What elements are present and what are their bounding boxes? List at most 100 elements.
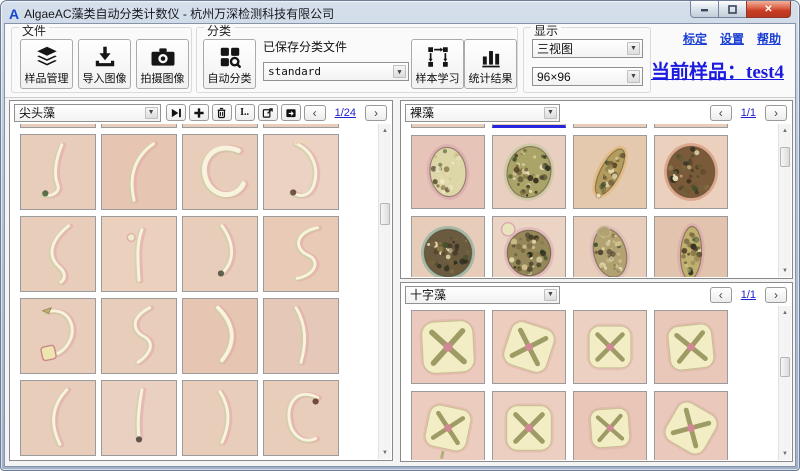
prev-page-button[interactable]: ‹ [304,105,326,121]
algae-thumbnail[interactable] [411,391,485,460]
algae-image [102,135,176,209]
algae-thumbnail[interactable] [101,298,177,374]
calibrate-link[interactable]: 标定 [683,30,707,47]
trash-icon [216,107,227,119]
algae-thumbnail[interactable] [492,310,566,384]
toolbar: 文件 样品管理 [5,24,795,98]
algae-thumbnail[interactable] [654,124,728,128]
page-indicator-link[interactable]: 1/1 [741,107,756,119]
algae-image [183,217,257,291]
algae-thumbnail[interactable] [263,216,339,292]
next-page-button[interactable]: › [765,287,787,303]
algae-thumbnail[interactable] [573,216,647,277]
current-sample-link[interactable]: 当前样品：test4 [651,57,784,84]
maximize-button[interactable] [719,1,746,18]
export-image-button[interactable] [258,104,278,121]
algae-thumbnail[interactable] [182,124,258,128]
import-images-button[interactable]: 导入图像 [78,39,131,89]
scrollbar[interactable]: ▲ ▼ [778,306,791,460]
algae-image [102,217,176,291]
algae-thumbnail[interactable] [573,135,647,209]
algae-thumbnail[interactable] [20,134,96,210]
algae-thumbnail[interactable] [20,216,96,292]
page-indicator-link[interactable]: 1/1 [741,289,756,301]
algae-thumbnail[interactable] [101,134,177,210]
algae-thumbnail[interactable] [411,135,485,209]
play-to-end-button[interactable] [166,104,186,121]
algae-thumbnail[interactable] [411,310,485,384]
algae-thumbnail[interactable] [101,124,177,128]
algae-thumbnail[interactable] [654,310,728,384]
algae-thumbnail[interactable] [573,310,647,384]
algae-thumbnail[interactable] [492,124,566,128]
next-page-button[interactable]: › [765,105,787,121]
scrollbar[interactable]: ▲ ▼ [378,124,391,459]
chevron-down-icon: ▼ [145,107,158,119]
export-class-button[interactable] [281,104,301,121]
scroll-thumb[interactable] [380,203,390,225]
species-select[interactable]: 十字藻 ▼ [405,286,560,304]
algae-thumbnail[interactable] [573,391,647,460]
group-display-label: 显示 [531,25,561,37]
algae-thumbnail[interactable] [20,380,96,456]
scroll-down-icon[interactable]: ▼ [779,264,791,277]
algae-thumbnail[interactable] [492,135,566,209]
algae-thumbnail[interactable] [492,216,566,277]
minimize-button[interactable] [690,1,719,18]
add-class-button[interactable] [189,104,209,121]
species-select[interactable]: 尖头藻 ▼ [14,104,161,122]
close-button[interactable]: ✕ [746,1,791,18]
chevron-right-icon: › [774,290,778,300]
delete-button[interactable] [212,104,232,121]
scroll-up-icon[interactable]: ▲ [779,306,791,319]
view-mode-select[interactable]: 三视图 ▼ [532,39,643,58]
stats-result-button[interactable]: 统计结果 [464,39,517,89]
algae-thumbnail[interactable] [411,216,485,277]
capture-images-button[interactable]: 拍摄图像 [136,39,189,89]
algae-thumbnail[interactable] [263,124,339,128]
algae-thumbnail[interactable] [263,380,339,456]
help-link[interactable]: 帮助 [757,30,781,47]
next-page-button[interactable]: › [365,105,387,121]
prev-page-button[interactable]: ‹ [710,105,732,121]
algae-thumbnail[interactable] [411,124,485,128]
chevron-right-icon: › [374,108,378,118]
algae-thumbnail[interactable] [182,216,258,292]
sample-learn-button[interactable]: 样本学习 [411,39,464,89]
algae-image [183,135,257,209]
algae-thumbnail[interactable] [654,391,728,460]
scroll-down-icon[interactable]: ▼ [379,446,391,459]
algae-thumbnail[interactable] [20,124,96,128]
algae-thumbnail[interactable] [182,134,258,210]
sample-manage-button[interactable]: 样品管理 [20,39,73,89]
species-select[interactable]: 裸藻 ▼ [405,104,560,122]
scrollbar[interactable]: ▲ ▼ [778,124,791,277]
thumb-size-select[interactable]: 96×96 ▼ [532,67,643,86]
algae-thumbnail[interactable] [101,380,177,456]
algae-thumbnail[interactable] [20,298,96,374]
prev-page-button[interactable]: ‹ [710,287,732,303]
algae-thumbnail[interactable] [263,298,339,374]
algae-thumbnail[interactable] [101,216,177,292]
page-indicator-link[interactable]: 1/24 [335,107,356,119]
import-images-label: 导入图像 [83,72,127,86]
pager: ‹ 1/1 › [710,287,789,303]
algae-thumbnail[interactable] [182,380,258,456]
rename-button[interactable]: I.. [235,104,255,121]
scroll-up-icon[interactable]: ▲ [379,124,391,137]
algae-thumbnail[interactable] [492,391,566,460]
scroll-down-icon[interactable]: ▼ [779,447,791,460]
settings-link[interactable]: 设置 [720,30,744,47]
algae-thumbnail[interactable] [182,298,258,374]
scroll-thumb[interactable] [780,357,790,377]
auto-classify-button[interactable]: 自动分类 [203,39,256,89]
saved-files-select[interactable]: standard ▼ [263,62,409,81]
maximize-icon [728,5,737,14]
algae-thumbnail[interactable] [654,216,728,277]
scroll-up-icon[interactable]: ▲ [779,124,791,137]
algae-thumbnail[interactable] [654,135,728,209]
scroll-thumb[interactable] [780,147,790,167]
algae-thumbnail[interactable] [263,134,339,210]
algae-thumbnail[interactable] [573,124,647,128]
titlebar[interactable]: A AlgaeAC藻类自动分类计数仪 - 杭州万深检测科技有限公司 [1,1,799,23]
